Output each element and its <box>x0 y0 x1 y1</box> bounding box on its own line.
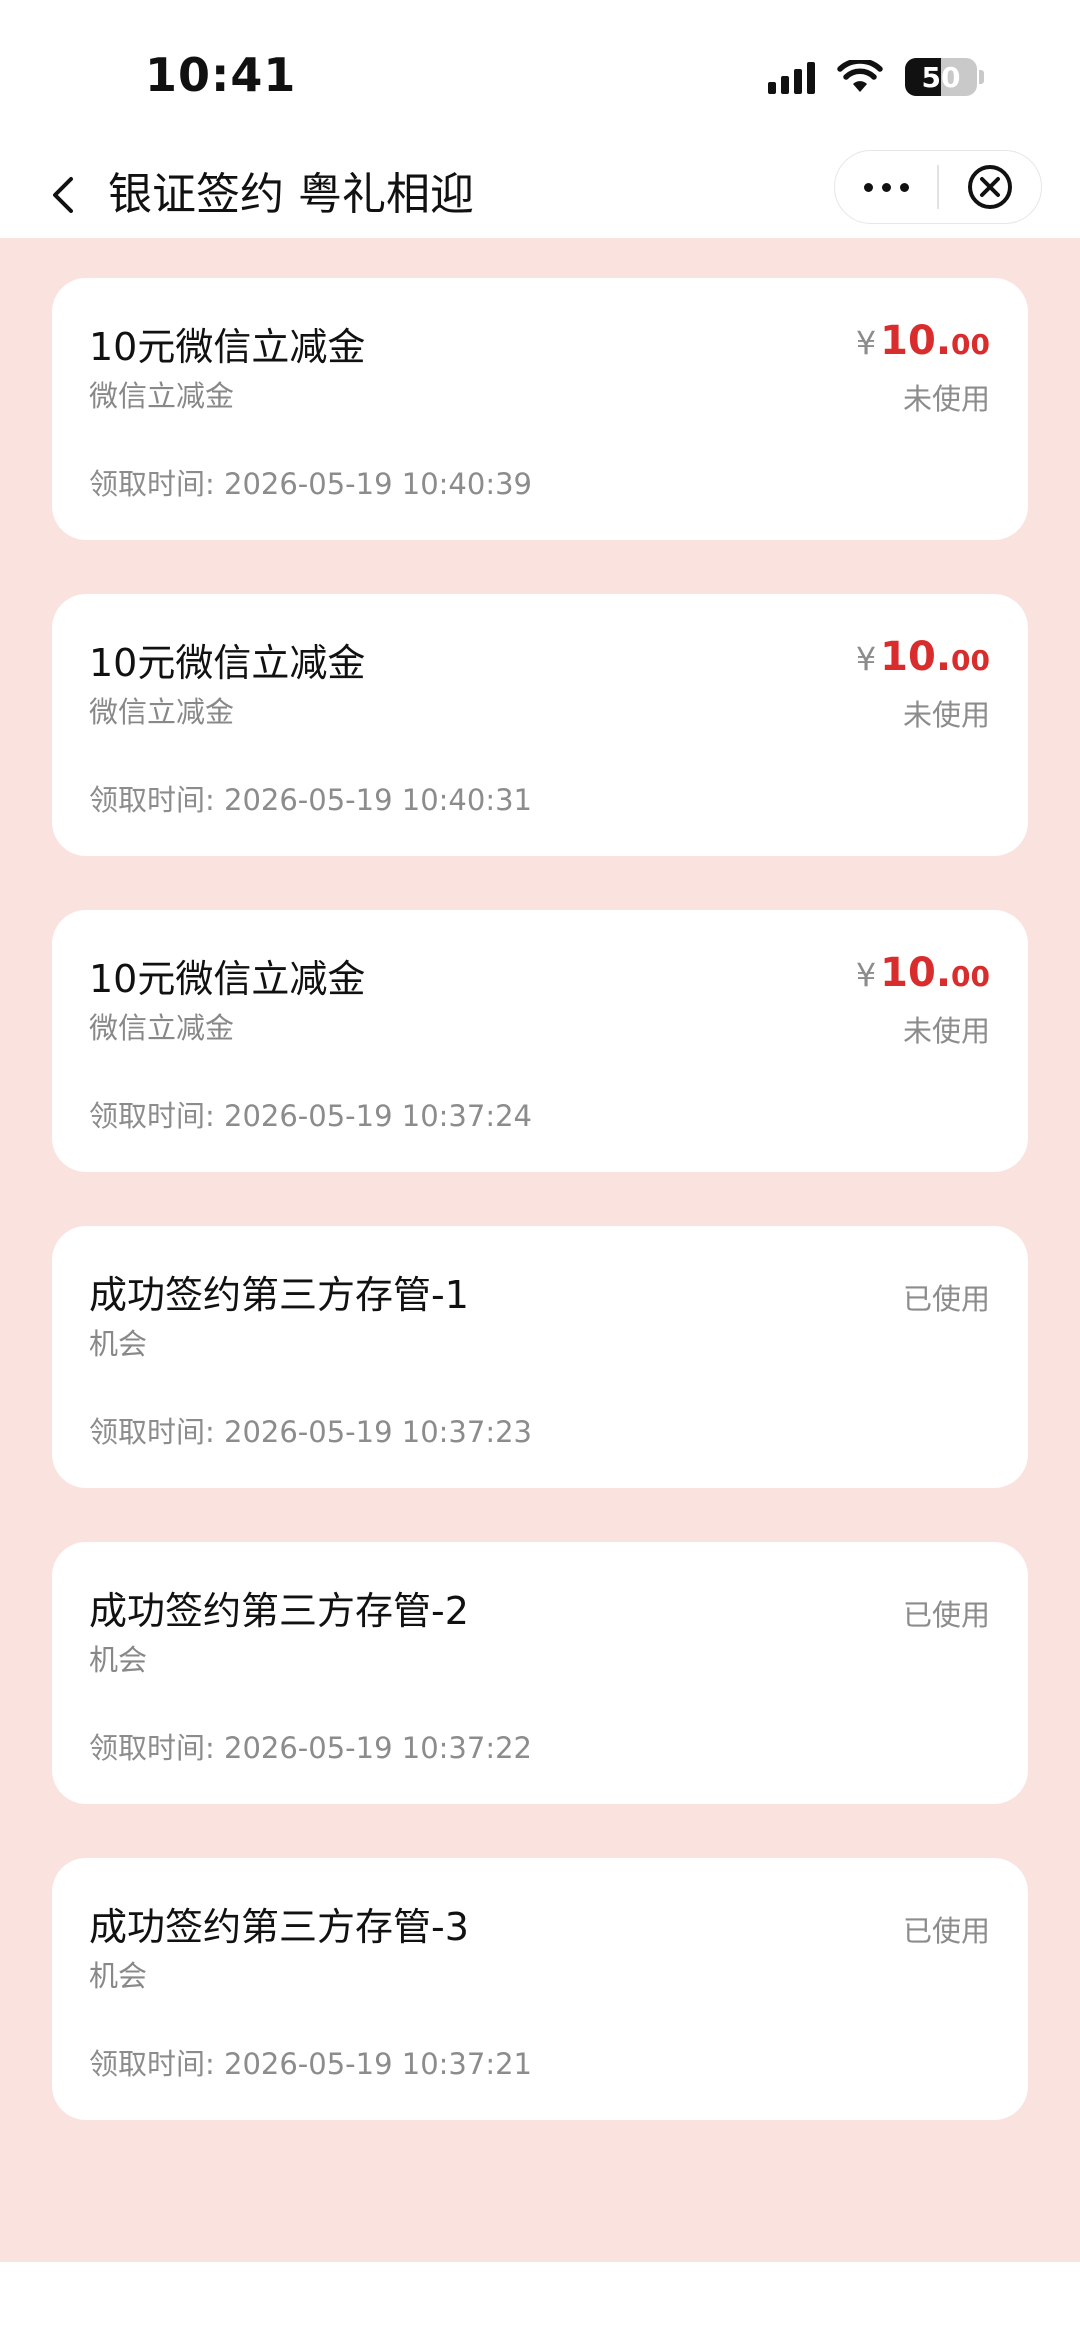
price-integer: 10. <box>880 318 952 364</box>
mini-program-capsule <box>834 150 1042 224</box>
price-decimal: 00 <box>951 960 990 993</box>
record-time: 领取时间: 2026-05-19 10:37:21 <box>89 2047 532 2081</box>
close-button[interactable] <box>939 150 1041 224</box>
status-icons: 50 <box>768 58 984 96</box>
record-time: 领取时间: 2026-05-19 10:37:23 <box>89 1415 532 1449</box>
record-title: 成功签约第三方存管-3 <box>89 1905 469 1949</box>
record-status: 未使用 <box>902 1014 990 1048</box>
record-title: 成功签约第三方存管-2 <box>89 1589 469 1633</box>
price-decimal: 00 <box>951 328 990 361</box>
status-bar: 10:41 50 <box>0 0 1080 150</box>
record-status: 未使用 <box>902 382 990 416</box>
record-card[interactable]: 10元微信立减金 微信立减金 领取时间: 2026-05-19 10:37:24… <box>52 910 1028 1172</box>
back-button[interactable] <box>38 160 88 230</box>
record-card[interactable]: 10元微信立减金 微信立减金 领取时间: 2026-05-19 10:40:31… <box>52 594 1028 856</box>
currency-symbol: ¥ <box>855 956 877 994</box>
record-price: ¥ 10. 00 <box>856 318 990 364</box>
record-subtitle: 微信立减金 <box>89 379 235 413</box>
price-integer: 10. <box>880 634 952 680</box>
record-status: 已使用 <box>902 1914 990 1948</box>
status-time: 10:41 <box>145 48 297 102</box>
more-button[interactable] <box>835 150 937 224</box>
record-time: 领取时间: 2026-05-19 10:37:24 <box>89 1099 532 1133</box>
record-subtitle: 机会 <box>89 1643 148 1677</box>
record-title: 10元微信立减金 <box>89 325 366 369</box>
signal-icon <box>768 60 815 94</box>
record-subtitle: 机会 <box>89 1959 148 1993</box>
record-subtitle: 机会 <box>89 1327 148 1361</box>
more-dots-icon <box>863 182 909 192</box>
record-subtitle: 微信立减金 <box>89 695 235 729</box>
record-price: ¥ 10. 00 <box>856 634 990 680</box>
wifi-icon <box>837 60 883 92</box>
record-title: 成功签约第三方存管-1 <box>89 1273 469 1317</box>
record-time: 领取时间: 2026-05-19 10:37:22 <box>89 1731 532 1765</box>
price-integer: 10. <box>880 950 952 996</box>
record-card[interactable]: 10元微信立减金 微信立减金 领取时间: 2026-05-19 10:40:39… <box>52 278 1028 540</box>
chevron-left-icon <box>53 177 73 213</box>
close-circle-icon <box>967 165 1012 209</box>
record-time: 领取时间: 2026-05-19 10:40:39 <box>89 467 532 501</box>
page-title: 银证签约 粤礼相迎 <box>108 169 474 220</box>
record-status: 已使用 <box>902 1598 990 1632</box>
price-decimal: 00 <box>951 644 990 677</box>
nav-bar: 银证签约 粤礼相迎 <box>0 150 1080 238</box>
records-list: 10元微信立减金 微信立减金 领取时间: 2026-05-19 10:40:39… <box>0 238 1080 2262</box>
record-title: 10元微信立减金 <box>89 957 366 1001</box>
record-card[interactable]: 成功签约第三方存管-1 机会 领取时间: 2026-05-19 10:37:23… <box>52 1226 1028 1488</box>
battery-level: 50 <box>921 60 961 94</box>
record-subtitle: 微信立减金 <box>89 1011 235 1045</box>
record-status: 未使用 <box>902 698 990 732</box>
currency-symbol: ¥ <box>855 324 877 362</box>
battery-icon: 50 <box>905 58 977 96</box>
record-price: ¥ 10. 00 <box>856 950 990 996</box>
record-card[interactable]: 成功签约第三方存管-2 机会 领取时间: 2026-05-19 10:37:22… <box>52 1542 1028 1804</box>
record-title: 10元微信立减金 <box>89 641 366 685</box>
record-card[interactable]: 成功签约第三方存管-3 机会 领取时间: 2026-05-19 10:37:21… <box>52 1858 1028 2120</box>
record-time: 领取时间: 2026-05-19 10:40:31 <box>89 783 532 817</box>
record-status: 已使用 <box>902 1282 990 1316</box>
currency-symbol: ¥ <box>855 640 877 678</box>
